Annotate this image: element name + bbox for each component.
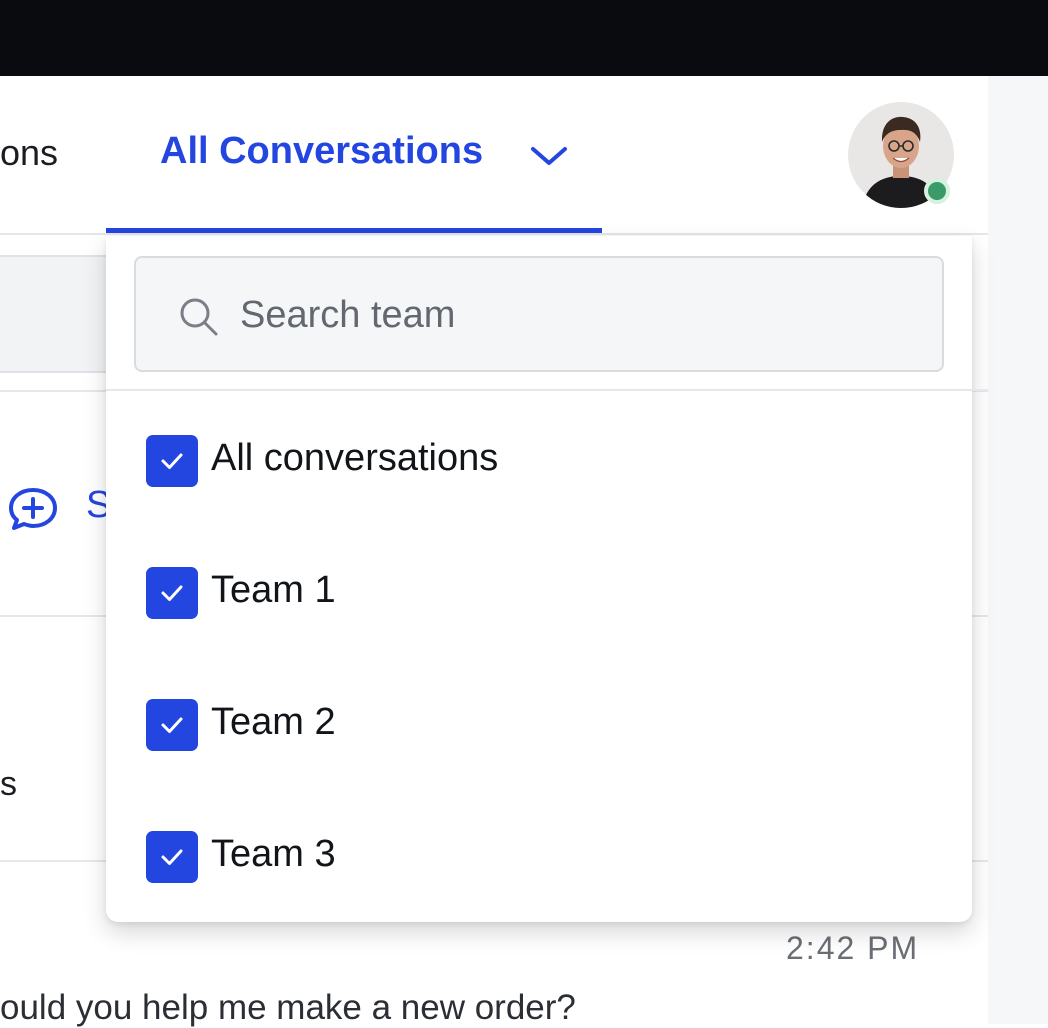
checkmark-icon xyxy=(161,717,183,733)
option-label: Team 3 xyxy=(211,833,336,875)
checkbox-checked[interactable] xyxy=(146,567,198,619)
checkmark-icon xyxy=(161,585,183,601)
option-team-1[interactable]: Team 1 xyxy=(146,564,936,624)
option-all-conversations[interactable]: All conversations xyxy=(146,432,936,492)
chevron-down-icon[interactable] xyxy=(530,142,568,170)
online-status-indicator xyxy=(924,178,950,204)
top-bar xyxy=(0,0,1048,76)
chat-plus-icon[interactable] xyxy=(5,484,61,532)
search-team-input[interactable] xyxy=(238,288,922,342)
list-item-text: s xyxy=(0,765,17,803)
side-gutter xyxy=(988,76,1048,1024)
checkbox-checked[interactable] xyxy=(146,831,198,883)
background-search-bar xyxy=(0,255,120,373)
tab-all-conversations[interactable]: All Conversations xyxy=(160,130,483,173)
checkbox-checked[interactable] xyxy=(146,699,198,751)
option-label: Team 2 xyxy=(211,701,336,743)
checkbox-checked[interactable] xyxy=(146,435,198,487)
option-team-2[interactable]: Team 2 xyxy=(146,696,936,756)
dropdown-divider xyxy=(106,389,988,391)
message-timestamp: 2:42 PM xyxy=(786,930,920,966)
message-preview[interactable]: ould you help me make a new order? xyxy=(0,988,576,1028)
checkmark-icon xyxy=(161,849,183,865)
header-divider xyxy=(0,233,988,235)
checkmark-icon xyxy=(161,453,183,469)
tab-conversations-partial[interactable]: ons xyxy=(0,132,58,174)
search-box[interactable] xyxy=(134,256,944,372)
option-label: Team 1 xyxy=(211,569,336,611)
option-label: All conversations xyxy=(211,437,499,479)
search-icon xyxy=(180,298,218,336)
team-filter-dropdown: All conversations Team 1 Team 2 Team 3 xyxy=(106,236,988,922)
option-team-3[interactable]: Team 3 xyxy=(146,828,936,888)
